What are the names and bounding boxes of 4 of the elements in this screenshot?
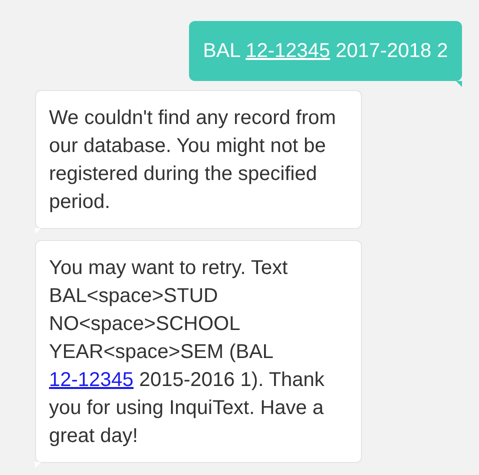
number-link[interactable]: 12-12345: [49, 369, 134, 391]
message-text: We couldn't find any record from our database. You might not be registered during the specified period.: [49, 106, 337, 215]
message-text: BAL 12-12345 2017-2018 2: [202, 39, 448, 64]
message-text: You may want to retry. Text BAL<space>STUD NO<space>SCHOOL YEAR<space>SEM (BAL 12-12345 2015-2016 1). Thank you for using InquiText. Have a great day!: [49, 256, 326, 449]
